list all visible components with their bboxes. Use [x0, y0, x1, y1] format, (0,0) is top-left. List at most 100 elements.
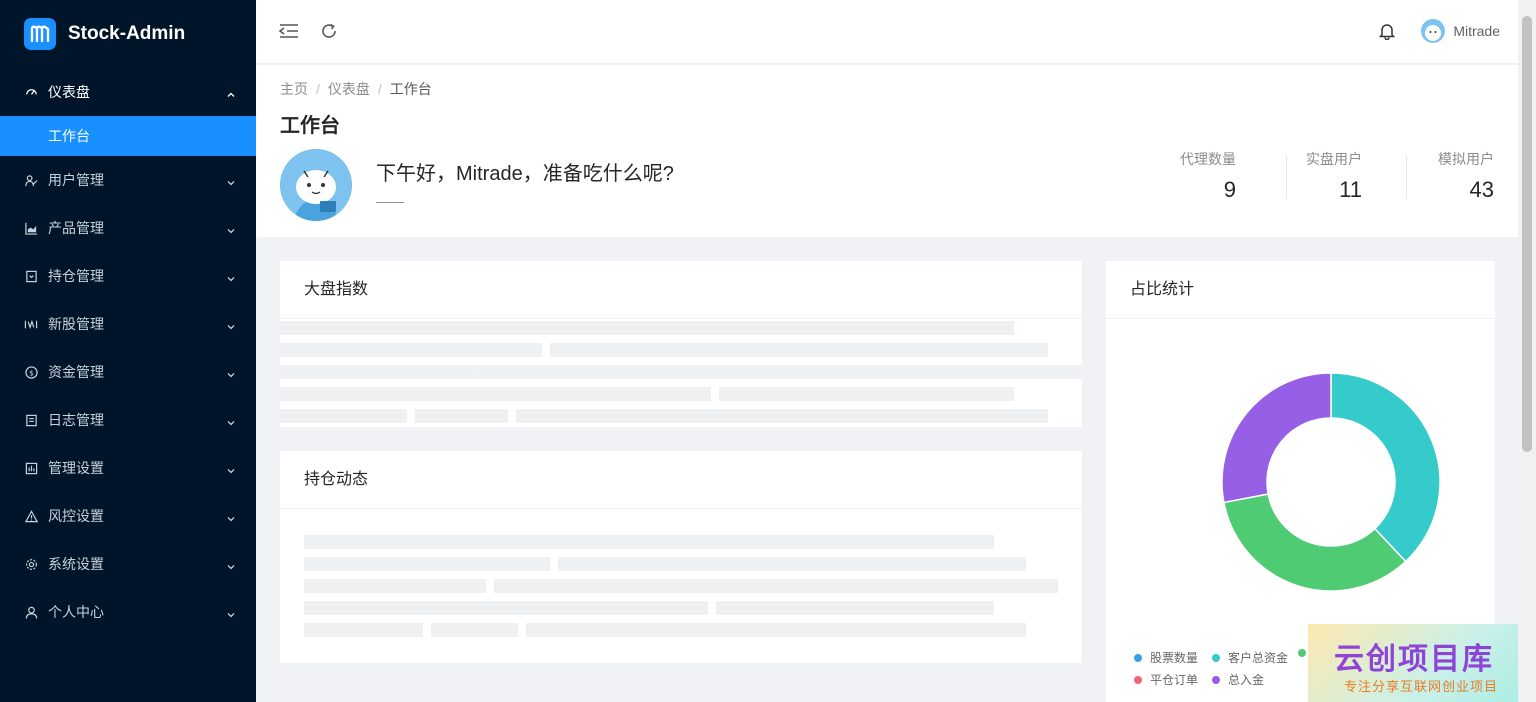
- menu-fold-icon[interactable]: [278, 20, 300, 42]
- breadcrumb-dashboard[interactable]: 仪表盘: [328, 81, 370, 97]
- sidebar-item-label: 用户管理: [48, 172, 104, 188]
- legend-marker: [1212, 675, 1220, 684]
- chevron-down-icon: [226, 223, 236, 234]
- sidebar-item-label: 产品管理: [48, 220, 104, 236]
- warning-icon: [24, 509, 38, 523]
- page-header: 主页 / 仪表盘 / 工作台 工作台 下午好，Mitrade，准备吃什么呢? —— 代理…: [256, 65, 1518, 237]
- watermark-logo: 云创项目库 专注分享互联网创业项目: [1308, 624, 1536, 702]
- sidebar-item-label: 个人中心: [48, 604, 104, 620]
- stat-value: 43: [1469, 177, 1494, 202]
- legend-marker: [1212, 653, 1220, 662]
- legend-marker: [1298, 649, 1306, 657]
- stat-value: 9: [1223, 177, 1236, 202]
- chevron-down-icon: [226, 463, 236, 474]
- sidebar-item[interactable]: 仪表盘: [0, 68, 256, 116]
- chevron-down-icon: [226, 367, 236, 378]
- sidebar: Stock-Admin 仪表盘工作台用户管理产品管理持仓管理新股管理 $ 资金管理日…: [0, 0, 256, 702]
- stat-label: 模拟用户: [1438, 151, 1494, 167]
- card-title: 持仓动态: [280, 451, 1082, 509]
- skeleton-line: [494, 579, 1058, 593]
- legend-marker: [1134, 675, 1142, 684]
- gear-icon: [24, 557, 38, 571]
- svg-text:$: $: [29, 368, 34, 377]
- sidebar-item[interactable]: 产品管理: [0, 204, 256, 252]
- legend-label: 股票数量: [1150, 651, 1199, 665]
- skeleton-line: [280, 365, 474, 379]
- sidebar-item[interactable]: 用户管理: [0, 156, 256, 204]
- sidebar-item[interactable]: 个人中心: [0, 588, 256, 636]
- legend-item[interactable]: 股票数量: [1134, 649, 1198, 666]
- username: Mitrade: [1453, 23, 1500, 39]
- sidebar-item-label: 新股管理: [48, 316, 104, 332]
- greeting-subtext: ——: [376, 193, 404, 209]
- log-icon: [24, 413, 38, 427]
- skeleton-line: [304, 601, 708, 615]
- stat-agents: 代理数量 9: [1180, 149, 1236, 203]
- sidebar-item[interactable]: 持仓管理: [0, 252, 256, 300]
- skeleton-line: [431, 623, 518, 637]
- bell-icon[interactable]: [1379, 22, 1396, 40]
- sidebar-item-label: 日志管理: [48, 412, 104, 428]
- sidebar-item-label: 管理设置: [48, 460, 104, 476]
- top-header: Mitrade: [256, 0, 1518, 64]
- user-menu[interactable]: Mitrade: [1379, 19, 1500, 43]
- donut-slice[interactable]: [1221, 372, 1332, 504]
- stat-label: 代理数量: [1180, 151, 1236, 167]
- legend-label: 客户总资金: [1228, 651, 1289, 665]
- skeleton-line: [550, 343, 1048, 357]
- sidebar-item-label: 风控设置: [48, 508, 104, 524]
- legend-item[interactable]: 客户总资金: [1212, 649, 1288, 666]
- scrollbar-thumb[interactable]: [1522, 16, 1532, 452]
- sidebar-item-label: 仪表盘: [48, 84, 90, 100]
- sidebar-item[interactable]: $ 资金管理: [0, 348, 256, 396]
- sidebar-item[interactable]: 管理设置: [0, 444, 256, 492]
- sidebar-subitem[interactable]: 工作台: [0, 116, 256, 156]
- position-icon: [24, 269, 38, 283]
- admin-settings-icon: [24, 461, 38, 475]
- skeleton-line: [415, 409, 508, 423]
- breadcrumb-home[interactable]: 主页: [280, 81, 308, 97]
- positions-card: 持仓动态: [280, 451, 1082, 663]
- breadcrumb: 主页 / 仪表盘 / 工作台: [280, 81, 432, 97]
- stat-real-users: 实盘用户 11: [1306, 149, 1362, 203]
- watermark-subtitle: 专注分享互联网创业项目: [1344, 679, 1499, 694]
- chevron-down-icon: [226, 415, 236, 426]
- donut-chart: [1221, 372, 1441, 592]
- sidebar-item[interactable]: 风控设置: [0, 492, 256, 540]
- chevron-down-icon: [226, 271, 236, 282]
- chevron-down-icon: [226, 607, 236, 618]
- ipo-icon: [24, 317, 38, 331]
- stat-value: 11: [1339, 177, 1362, 202]
- donut-slice[interactable]: [1330, 372, 1441, 563]
- refresh-icon[interactable]: [318, 20, 340, 42]
- chevron-down-icon: [226, 511, 236, 522]
- sidebar-item[interactable]: 新股管理: [0, 300, 256, 348]
- skeleton-line: [482, 365, 1082, 379]
- skeleton-line: [526, 623, 1026, 637]
- sidebar-item[interactable]: 系统设置: [0, 540, 256, 588]
- sidebar-item-label: 资金管理: [48, 364, 104, 380]
- skeleton-line: [304, 557, 550, 571]
- page-scrollbar[interactable]: [1518, 0, 1536, 702]
- chevron-down-icon: [226, 175, 236, 186]
- logo[interactable]: Stock-Admin: [0, 0, 256, 68]
- legend-item[interactable]: 总入金: [1212, 671, 1264, 688]
- sidebar-item[interactable]: 日志管理: [0, 396, 256, 444]
- legend-label: 总入金: [1228, 673, 1265, 687]
- page-title: 工作台: [280, 115, 340, 137]
- sidebar-menu: 仪表盘工作台用户管理产品管理持仓管理新股管理 $ 资金管理日志管理管理设置风控设置系…: [0, 68, 256, 636]
- legend-marker: [1134, 653, 1142, 662]
- sidebar-item-label: 系统设置: [48, 556, 104, 572]
- skeleton-line: [280, 321, 1014, 335]
- chevron-down-icon: [226, 319, 236, 330]
- donut-slice[interactable]: [1223, 493, 1407, 592]
- skeleton-line: [558, 557, 1026, 571]
- skeleton-line: [280, 409, 407, 423]
- stat-demo-users: 模拟用户 43: [1438, 149, 1494, 203]
- money-icon: $: [24, 365, 38, 379]
- skeleton-line: [304, 535, 994, 549]
- skeleton-line: [716, 601, 994, 615]
- legend-item[interactable]: 平仓订单: [1134, 671, 1198, 688]
- dashboard-icon: [24, 85, 38, 99]
- user-avatar: [280, 149, 352, 221]
